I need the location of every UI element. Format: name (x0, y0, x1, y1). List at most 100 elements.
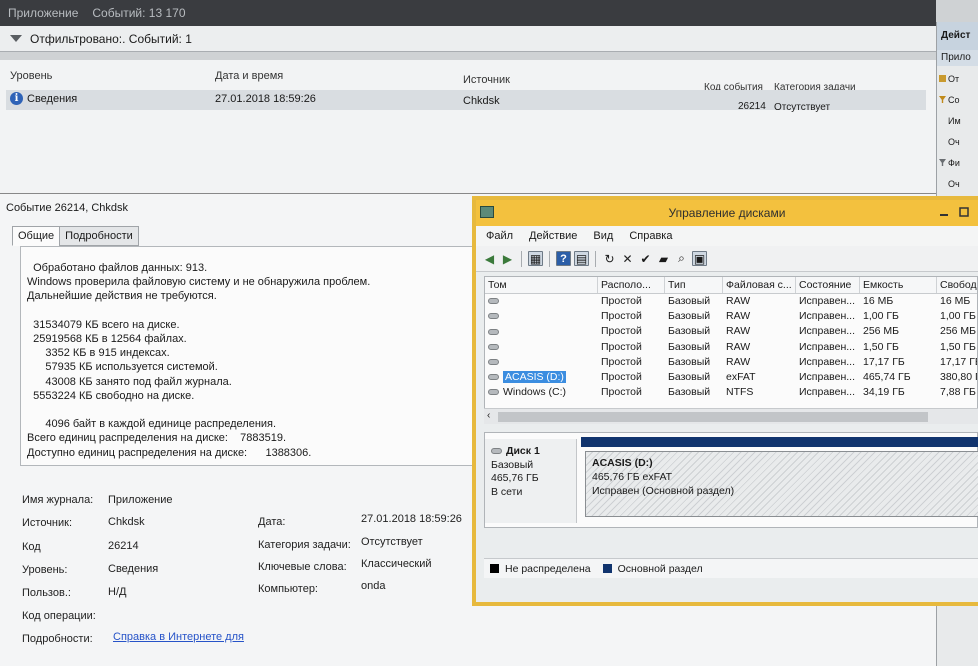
table-row[interactable]: ACASIS (D:) Простой Базовый exFAT Исправен..… (485, 370, 977, 385)
properties-icon[interactable]: ▤ (574, 251, 589, 266)
action-item-label: От (948, 73, 960, 84)
volume-cell: 17,17 ГБ (863, 355, 905, 368)
forward-arrow-icon[interactable]: ▶ (500, 251, 515, 266)
console-icon[interactable]: ▣ (692, 251, 707, 266)
description-line: Доступно единиц распределения на диске: … (27, 446, 312, 459)
volume-cell: Базовый (668, 386, 711, 399)
volume-column-header[interactable]: Файловая с... (723, 277, 796, 293)
toolbar: ◀ ▶ ▦? ▤ ↻ ✕ ✔ ▰ ⌕ ▣ (476, 246, 978, 272)
volume-column-header[interactable]: Тип (665, 277, 723, 293)
volume-column-header[interactable]: Емкость (860, 277, 937, 293)
event-category: Отсутствует (774, 102, 831, 113)
table-row[interactable]: Простой Базовый RAW Исправен... 256 МБ 256 МБ (485, 324, 977, 339)
filter-text: Отфильтровано:. Событий: 1 (30, 31, 192, 46)
volume-cell: Простой (601, 386, 642, 399)
column-datetime[interactable]: Дата и время (215, 70, 283, 82)
level-value: Сведения (108, 563, 159, 575)
maximize-icon[interactable] (958, 206, 970, 218)
volume-column-header[interactable]: Состояние (796, 277, 860, 293)
volume-cell: Простой (601, 370, 642, 383)
volume-cell: 16 МБ (940, 295, 971, 307)
open-folder-icon[interactable]: ▰ (656, 251, 671, 266)
table-row[interactable]: Простой Базовый RAW Исправен... 17,17 ГБ 17,1… (485, 355, 977, 370)
minimize-icon[interactable] (938, 206, 950, 218)
event-datetime: 27.01.2018 18:59:26 (215, 93, 316, 105)
volume-name-cell: Windows (C:) (485, 385, 598, 400)
actions-subtitle[interactable]: Прило (937, 50, 978, 66)
action-item[interactable]: От (937, 66, 978, 87)
volume-cell: Исправен... (799, 310, 856, 323)
info-icon: i (10, 92, 23, 105)
action-item[interactable]: Со (937, 87, 978, 108)
delete-icon[interactable]: ✕ (620, 251, 635, 266)
volume-cell: Простой (601, 310, 642, 323)
volume-cell: RAW (726, 295, 751, 307)
menu-view[interactable]: Вид (593, 230, 613, 242)
volume-cell: Простой (601, 355, 642, 368)
tab-general[interactable]: Общие (12, 226, 61, 246)
partition-block[interactable]: ACASIS (D:) 465,76 ГБ exFAT Исправен (Ос… (585, 451, 978, 517)
menu-help[interactable]: Справка (629, 230, 672, 242)
menu-action[interactable]: Действие (529, 230, 577, 242)
help-icon[interactable]: ? (556, 251, 571, 266)
volume-cell: Базовый (668, 355, 711, 368)
volume-icon (488, 343, 499, 350)
log-title: Приложение (8, 6, 79, 20)
volume-column-header[interactable]: Том (485, 277, 598, 293)
volume-name-cell: ACASIS (D:) (485, 370, 598, 385)
volume-cell: exFAT (726, 370, 756, 383)
keywords-value: Классический (361, 558, 432, 570)
volume-cell: Исправен... (799, 370, 856, 383)
user-label: Пользов.: (22, 587, 71, 599)
online-help-link[interactable]: Справка в Интернете для (113, 631, 244, 643)
back-arrow-icon[interactable]: ◀ (482, 251, 497, 266)
opcode-label: Код операции: (22, 610, 96, 622)
partition-header-bar (581, 437, 978, 447)
description-line: 31534079 КБ всего на диске. (27, 318, 180, 331)
legend-unallocated-label: Не распределена (505, 562, 591, 575)
volume-column-header[interactable]: Располо... (598, 277, 665, 293)
volume-cell: 256 МБ (940, 325, 977, 338)
table-row[interactable]: Простой Базовый RAW Исправен... 1,00 ГБ 1,00 … (485, 309, 977, 324)
volume-cell: 1,50 ГБ (940, 340, 976, 353)
menu-file[interactable]: Файл (486, 230, 513, 242)
volume-name-cell (485, 294, 598, 309)
column-source[interactable]: Источник (463, 74, 510, 86)
refresh-icon[interactable]: ↻ (602, 251, 617, 266)
action-item[interactable]: Им (937, 108, 978, 129)
event-level: Сведения (27, 93, 78, 105)
show-pane-icon[interactable]: ▦ (528, 251, 543, 266)
action-item[interactable]: Оч (937, 171, 978, 192)
blank-icon (939, 138, 946, 145)
volume-icon (488, 313, 499, 320)
volume-cell: NTFS (726, 386, 754, 399)
volume-cell: Исправен... (799, 386, 856, 399)
action-item[interactable]: Фи (937, 150, 978, 171)
volume-column-header[interactable]: Свобод... (937, 277, 977, 293)
disk-management-titlebar[interactable]: Управление дисками (476, 200, 978, 226)
disk-info[interactable]: Диск 1 Базовый 465,76 ГБ В сети (485, 439, 577, 523)
toolbar-separator (521, 250, 522, 267)
action-item-label: Фи (948, 157, 960, 168)
blank-icon (939, 180, 946, 187)
volume-name-cell (485, 355, 598, 370)
search-icon[interactable]: ⌕ (674, 251, 689, 266)
table-row[interactable]: Windows (C:) Простой Базовый NTFS Исправен..… (485, 385, 977, 400)
volume-name: Windows (C:) (503, 386, 567, 399)
checkmark-icon[interactable]: ✔ (638, 251, 653, 266)
volume-cell: 465,74 ГБ (863, 370, 911, 383)
tab-details[interactable]: Подробности (59, 226, 139, 246)
table-row[interactable]: Простой Базовый RAW Исправен... 1,50 ГБ 1,50 … (485, 340, 977, 355)
filter-icon (939, 159, 946, 166)
source-label: Источник: (22, 517, 73, 529)
blank-icon (939, 117, 946, 124)
category-label: Категория задачи: (258, 539, 351, 551)
description-line: 4096 байт в каждой единице распределения… (27, 418, 277, 431)
horizontal-scrollbar[interactable]: ‹ (484, 408, 978, 424)
column-level[interactable]: Уровень (10, 70, 52, 82)
action-item[interactable]: Оч (937, 129, 978, 150)
scroll-left-icon[interactable]: ‹ (487, 410, 490, 421)
table-row[interactable]: Простой Базовый RAW Исправен... 16 МБ 16 МБ (485, 294, 977, 309)
event-list: Уровень Дата и время Источник Код событи… (0, 60, 936, 193)
scrollbar-thumb[interactable] (498, 412, 928, 422)
